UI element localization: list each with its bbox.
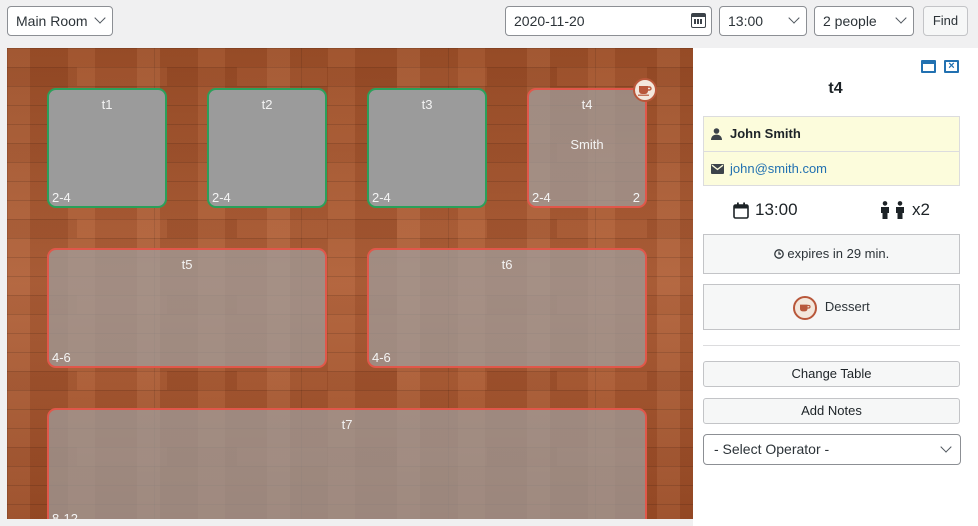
table-guest-name: Smith — [570, 137, 604, 152]
operator-select[interactable]: - Select Operator - — [703, 434, 961, 465]
table-name: t5 — [181, 257, 193, 272]
chevron-down-icon — [94, 12, 106, 24]
room-select[interactable]: Main Room — [7, 6, 113, 36]
reservation-time: 13:00 — [733, 200, 798, 220]
reservation-people: x2 — [878, 200, 930, 220]
table-capacity: 2-4 — [372, 190, 391, 205]
people-select[interactable]: 2 people — [814, 6, 914, 36]
calendar-icon — [733, 202, 749, 219]
panel-title: t4 — [828, 80, 843, 97]
coffee-cup-icon — [793, 295, 818, 320]
course-box: Dessert — [703, 284, 960, 330]
find-button[interactable]: Find — [923, 6, 968, 36]
table-name: t7 — [341, 417, 353, 432]
change-table-button[interactable]: Change Table — [703, 361, 960, 387]
table-name: t3 — [421, 97, 433, 112]
table-name: t6 — [501, 257, 513, 272]
floor-plank — [7, 67, 693, 86]
add-notes-button[interactable]: Add Notes — [703, 398, 960, 424]
table-name: t4 — [581, 97, 593, 112]
table-capacity: 2-4 — [212, 190, 231, 205]
chevron-down-icon — [895, 12, 907, 24]
reservation-time-value: 13:00 — [755, 200, 798, 219]
floor-plank — [7, 219, 693, 238]
table-capacity: 2-4 — [52, 190, 71, 205]
time-select[interactable]: 13:00 — [719, 6, 807, 36]
people-icon — [881, 201, 905, 219]
table-t7[interactable]: t7 8-12 — [47, 408, 647, 519]
chevron-down-icon — [940, 441, 952, 453]
coffee-cup-icon — [633, 78, 657, 102]
table-capacity: 2-4 — [532, 190, 551, 205]
toolbar: Main Room 2020-11-20 13:00 2 people Find — [0, 0, 978, 44]
table-capacity: 8-12 — [52, 511, 79, 519]
chevron-down-icon — [788, 12, 800, 24]
guest-email-row: john@smith.com — [704, 151, 959, 185]
reservation-panel: × t4 John Smith john@smith.com 13:00 x2 … — [693, 48, 978, 526]
table-capacity: 4-6 — [372, 350, 391, 365]
expiry-text: expires in 29 min. — [787, 246, 890, 261]
people-select-value: 2 people — [823, 13, 877, 29]
table-t5[interactable]: t5 4-6 — [47, 248, 327, 368]
table-name: t1 — [101, 97, 113, 112]
reservation-people-value: x2 — [912, 200, 930, 219]
table-guest-count: 2 — [632, 190, 640, 205]
calendar-icon[interactable] — [691, 13, 706, 28]
table-t4[interactable]: t4 Smith 2-4 2 — [527, 88, 647, 208]
guest-name: John Smith — [730, 126, 801, 141]
table-capacity: 4-6 — [52, 350, 71, 365]
divider — [703, 345, 960, 346]
table-name: t2 — [261, 97, 273, 112]
expiry-box: expires in 29 min. — [703, 234, 960, 274]
date-input[interactable]: 2020-11-20 — [505, 6, 712, 36]
time-select-value: 13:00 — [728, 13, 764, 29]
operator-select-value: - Select Operator - — [714, 441, 830, 457]
table-t3[interactable]: t3 2-4 — [367, 88, 487, 208]
guest-info-box: John Smith john@smith.com — [703, 116, 960, 186]
course-label: Dessert — [824, 299, 870, 314]
floor-plank — [7, 371, 693, 390]
window-icon[interactable] — [921, 60, 936, 73]
reservation-meta: 13:00 x2 — [703, 198, 960, 222]
table-t6[interactable]: t6 4-6 — [367, 248, 647, 368]
close-icon[interactable]: × — [944, 60, 959, 73]
date-input-value: 2020-11-20 — [514, 13, 585, 29]
floor-plan: t1 2-4 t2 2-4 t3 2-4 t4 Smith 2-4 2 t5 4… — [7, 48, 693, 519]
guest-email-link[interactable]: john@smith.com — [730, 161, 827, 176]
user-icon — [711, 128, 722, 140]
guest-name-row: John Smith — [704, 117, 959, 151]
room-select-value: Main Room — [16, 13, 88, 29]
clock-icon — [773, 249, 784, 259]
table-t2[interactable]: t2 2-4 — [207, 88, 327, 208]
envelope-icon — [711, 164, 724, 174]
table-t1[interactable]: t1 2-4 — [47, 88, 167, 208]
